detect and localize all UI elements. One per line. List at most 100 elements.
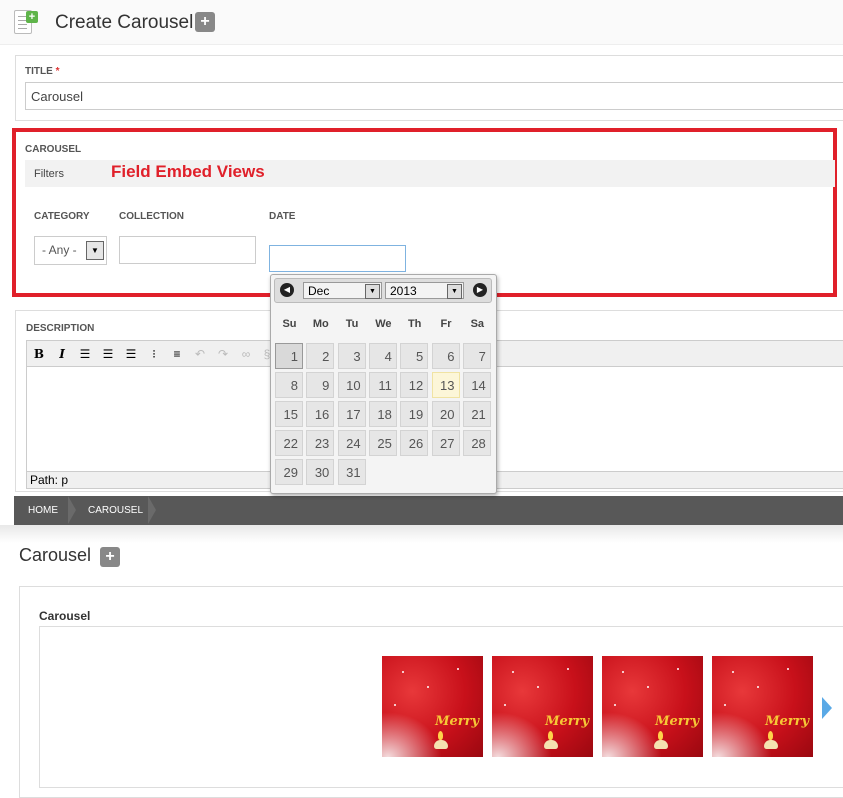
- candle-flame-icon: [438, 731, 443, 740]
- category-select-value: - Any -: [42, 243, 77, 257]
- next-circle-icon[interactable]: ▶: [473, 283, 487, 297]
- title-input[interactable]: [25, 82, 843, 110]
- calendar-day[interactable]: 11: [368, 372, 397, 398]
- page-title: Create Carousel: [55, 12, 194, 33]
- calendar-day[interactable]: 10: [337, 372, 366, 398]
- collection-label: COLLECTION: [119, 211, 184, 222]
- calendar-day[interactable]: 20: [431, 401, 460, 427]
- numbered-list-icon[interactable]: ≡: [169, 346, 185, 362]
- slide-caption: Merry: [545, 714, 589, 729]
- add-button[interactable]: +: [195, 12, 215, 32]
- calendar-day[interactable]: 12: [400, 372, 429, 398]
- bullet-list-icon[interactable]: ⁝: [146, 346, 162, 362]
- slide-caption: Merry: [435, 714, 479, 729]
- calendar-day[interactable]: 26: [400, 430, 429, 456]
- undo-icon[interactable]: ↶: [192, 346, 208, 362]
- calendar-day[interactable]: 30: [306, 459, 335, 485]
- slide-caption: Merry: [765, 714, 809, 729]
- title-label-text: TITLE: [25, 66, 53, 77]
- field-embed-views-annotation: Field Embed Views: [111, 162, 265, 181]
- chevron-down-icon[interactable]: ▼: [86, 241, 104, 260]
- month-select-value: Dec: [308, 284, 330, 298]
- carousel-slide[interactable]: Merry: [492, 656, 593, 757]
- carousel-label: CAROUSEL: [25, 144, 82, 155]
- calendar-day[interactable]: 24: [337, 430, 366, 456]
- chevron-down-icon: ▼: [365, 284, 380, 299]
- calendar-day[interactable]: 21: [462, 401, 491, 427]
- year-select-value: 2013: [390, 284, 417, 298]
- title-label: TITLE *: [25, 66, 59, 77]
- align-left-icon[interactable]: ☰: [77, 346, 93, 362]
- carousel-next-arrow-icon[interactable]: [822, 697, 832, 719]
- breadcrumb-separator-icon: [148, 496, 156, 524]
- year-select[interactable]: 2013 ▼: [385, 282, 464, 299]
- redo-icon[interactable]: ↷: [215, 346, 231, 362]
- month-select[interactable]: Dec ▼: [303, 282, 382, 299]
- carousel-slide[interactable]: Merry: [712, 656, 813, 757]
- calendar-day[interactable]: 4: [368, 343, 397, 369]
- date-input[interactable]: [269, 245, 406, 272]
- breadcrumb: HOME CAROUSEL: [14, 496, 843, 525]
- weekday-label: Tu: [345, 318, 359, 330]
- chevron-down-icon: ▼: [447, 284, 462, 299]
- calendar-day[interactable]: 9: [306, 372, 335, 398]
- required-mark: *: [55, 66, 60, 77]
- weekday-label: Su: [282, 318, 297, 330]
- calendar-day[interactable]: 3: [337, 343, 366, 369]
- calendar-day[interactable]: 13: [431, 372, 460, 398]
- align-right-icon[interactable]: ☰: [123, 346, 139, 362]
- description-label: DESCRIPTION: [26, 323, 95, 334]
- calendar-day[interactable]: 27: [431, 430, 460, 456]
- align-center-icon[interactable]: ☰: [100, 346, 116, 362]
- link-icon[interactable]: ∞: [238, 346, 254, 362]
- carousel-slide[interactable]: Merry: [602, 656, 703, 757]
- calendar-day[interactable]: 8: [275, 372, 303, 398]
- breadcrumb-separator-icon: [68, 496, 76, 524]
- snow-decoration: [492, 712, 552, 757]
- filters-label: Filters: [34, 168, 64, 180]
- calendar-day[interactable]: 5: [400, 343, 429, 369]
- weekday-label: Fr: [440, 318, 452, 330]
- carousel-slide[interactable]: Merry: [382, 656, 483, 757]
- calendar-day[interactable]: 25: [368, 430, 397, 456]
- candle-flame-icon: [548, 731, 553, 740]
- candle-icon: [654, 740, 668, 749]
- calendar-day[interactable]: 7: [462, 343, 491, 369]
- category-select[interactable]: - Any - ▼: [34, 236, 107, 265]
- candle-flame-icon: [658, 731, 663, 740]
- calendar-day[interactable]: 22: [275, 430, 303, 456]
- weekday-label: Th: [407, 318, 422, 330]
- section-add-button[interactable]: +: [100, 547, 120, 567]
- calendar-day[interactable]: 23: [306, 430, 335, 456]
- weekday-label: We: [375, 318, 392, 330]
- breadcrumb-home[interactable]: HOME: [28, 496, 58, 525]
- italic-icon[interactable]: I: [54, 346, 70, 362]
- datepicker-header: ◀ Dec ▼ 2013 ▼ ▶: [274, 278, 492, 303]
- calendar-day[interactable]: 19: [400, 401, 429, 427]
- calendar-day[interactable]: 1: [275, 343, 303, 369]
- calendar-day[interactable]: 16: [306, 401, 335, 427]
- add-document-icon: +: [26, 11, 38, 23]
- section-title: Carousel: [19, 545, 92, 565]
- calendar-day[interactable]: 31: [337, 459, 366, 485]
- slide-caption: Merry: [655, 714, 699, 729]
- calendar-day[interactable]: 6: [431, 343, 460, 369]
- calendar-day[interactable]: 2: [306, 343, 335, 369]
- snow-decoration: [382, 712, 442, 757]
- snow-decoration: [712, 712, 772, 757]
- calendar-day[interactable]: 18: [368, 401, 397, 427]
- breadcrumb-carousel[interactable]: CAROUSEL: [88, 496, 143, 525]
- calendar-day[interactable]: 17: [337, 401, 366, 427]
- breadcrumb-shadow: [0, 525, 843, 543]
- calendar-day[interactable]: 15: [275, 401, 303, 427]
- prev-circle-icon[interactable]: ◀: [280, 283, 294, 297]
- calendar-day[interactable]: 14: [462, 372, 491, 398]
- calendar-day[interactable]: 28: [462, 430, 491, 456]
- category-label: CATEGORY: [34, 211, 90, 222]
- bold-icon[interactable]: B: [31, 346, 47, 362]
- collection-input[interactable]: [119, 236, 256, 264]
- datepicker: ◀ Dec ▼ 2013 ▼ ▶ Su Mo Tu We Th Fr Sa 12345678…: [270, 274, 497, 494]
- snow-decoration: [602, 712, 662, 757]
- calendar-day[interactable]: 29: [275, 459, 303, 485]
- candle-flame-icon: [768, 731, 773, 740]
